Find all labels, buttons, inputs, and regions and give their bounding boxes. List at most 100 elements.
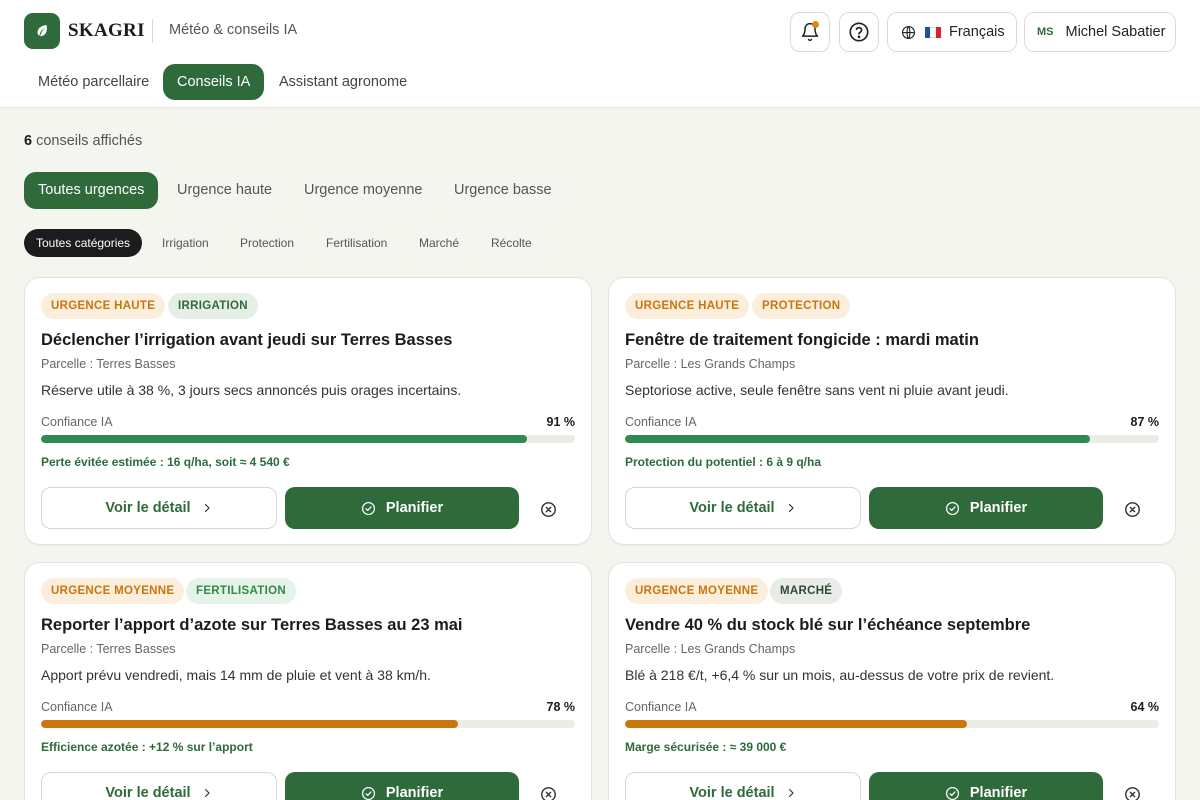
advice-card: URGENCE MOYENNE MARCHÉ Vendre 40 % du st… — [608, 562, 1176, 800]
leaf-icon — [37, 25, 47, 37]
globe-icon — [902, 25, 915, 39]
confidence-label: Confiance IA — [625, 415, 697, 429]
card-title: Fenêtre de traitement fongicide : mardi … — [625, 331, 979, 349]
dismiss-button[interactable] — [1119, 781, 1145, 800]
top-header: SKAGRI Météo & conseils IA Français MS M… — [0, 0, 1200, 108]
view-detail-label: Voir le détail — [689, 500, 775, 516]
advice-count-number: 6 — [24, 133, 33, 149]
impact-text: Protection du potentiel : 6 à 9 q/ha — [625, 455, 822, 469]
confidence-bar — [625, 720, 1159, 728]
advice-card: URGENCE MOYENNE FERTILISATION Reporter l… — [24, 562, 592, 800]
confidence-value: 87 % — [1130, 415, 1160, 429]
app-subtitle: Météo & conseils IA — [169, 22, 298, 38]
logo[interactable] — [24, 13, 60, 49]
filter-urgency-low[interactable]: Urgence basse — [440, 172, 566, 209]
plan-button[interactable]: Planifier — [869, 487, 1103, 529]
check-circle-icon — [361, 501, 375, 515]
card-description: Apport prévu vendredi, mais 14 mm de plu… — [41, 667, 431, 683]
help-icon — [849, 22, 869, 42]
impact-text: Perte évitée estimée : 16 q/ha, soit ≈ 4… — [41, 455, 290, 469]
filter-urgency-medium[interactable]: Urgence moyenne — [290, 172, 437, 209]
filter-urgency-all[interactable]: Toutes urgences — [24, 172, 159, 209]
confidence-value: 64 % — [1130, 700, 1160, 714]
advice-count: 6 conseils affichés — [24, 133, 142, 149]
plan-button[interactable]: Planifier — [285, 487, 519, 529]
dismiss-button[interactable] — [1119, 496, 1145, 522]
category-badge: IRRIGATION — [168, 293, 258, 319]
tab-assistant-agronome[interactable]: Assistant agronome — [265, 64, 421, 100]
plan-label: Planifier — [969, 500, 1028, 516]
plan-button[interactable]: Planifier — [869, 772, 1103, 800]
brand-divider — [152, 19, 153, 43]
card-parcel: Parcelle : Terres Basses — [41, 357, 176, 371]
chevron-right-icon — [204, 788, 210, 798]
plan-button[interactable]: Planifier — [285, 772, 519, 800]
confidence-bar-fill — [41, 720, 458, 728]
confidence-label: Confiance IA — [625, 700, 697, 714]
confidence-value: 91 % — [546, 415, 576, 429]
confidence-value: 78 % — [546, 700, 576, 714]
impact-text: Marge sécurisée : ≈ 39 000 € — [625, 740, 787, 754]
filter-category-marche[interactable]: Marché — [407, 229, 471, 257]
notifications-button[interactable] — [790, 12, 830, 52]
urgency-badge: URGENCE HAUTE — [41, 293, 166, 319]
advice-count-label: conseils affichés — [32, 133, 143, 149]
check-circle-icon — [945, 786, 959, 800]
close-circle-icon — [540, 501, 556, 517]
confidence-label: Confiance IA — [41, 415, 113, 429]
advice-card: URGENCE HAUTE IRRIGATION Déclencher l’ir… — [24, 277, 592, 545]
urgency-badge: URGENCE MOYENNE — [625, 578, 769, 604]
card-title: Vendre 40 % du stock blé sur l’échéance … — [625, 616, 1031, 634]
view-detail-button[interactable]: Voir le détail — [41, 487, 277, 529]
user-name: Michel Sabatier — [1065, 24, 1166, 40]
confidence-label: Confiance IA — [41, 700, 113, 714]
card-title: Déclencher l’irrigation avant jeudi sur … — [41, 331, 453, 349]
confidence-bar-fill — [625, 720, 967, 728]
card-description: Réserve utile à 38 %, 3 jours secs annon… — [41, 382, 462, 398]
plan-label: Planifier — [385, 500, 444, 516]
impact-text: Efficience azotée : +12 % sur l’apport — [41, 740, 253, 754]
view-detail-button[interactable]: Voir le détail — [41, 772, 277, 800]
brand-name: SKAGRI — [68, 20, 145, 41]
notification-dot — [812, 21, 819, 28]
french-flag-icon — [925, 26, 941, 38]
tab-conseils-ia[interactable]: Conseils IA — [163, 64, 265, 100]
tab-meteo-parcellaire[interactable]: Météo parcellaire — [24, 64, 163, 100]
card-description: Blé à 218 €/t, +6,4 % sur un mois, au-de… — [625, 667, 1055, 683]
card-description: Septoriose active, seule fenêtre sans ve… — [625, 382, 1009, 398]
avatar: MS — [1037, 26, 1054, 38]
filter-category-fertilisation[interactable]: Fertilisation — [314, 229, 399, 257]
filter-category-protection[interactable]: Protection — [228, 229, 306, 257]
user-menu[interactable]: MS Michel Sabatier — [1024, 12, 1176, 52]
confidence-bar — [41, 720, 575, 728]
category-badge: PROTECTION — [752, 293, 851, 319]
chevron-right-icon — [204, 503, 210, 513]
close-circle-icon — [1124, 501, 1140, 517]
filter-category-irrigation[interactable]: Irrigation — [150, 229, 221, 257]
view-detail-label: Voir le détail — [689, 785, 775, 800]
urgency-badge: URGENCE HAUTE — [625, 293, 750, 319]
filter-category-recolte[interactable]: Récolte — [479, 229, 544, 257]
dismiss-button[interactable] — [535, 496, 561, 522]
card-title: Reporter l’apport d’azote sur Terres Bas… — [41, 616, 463, 634]
urgency-badge: URGENCE MOYENNE — [41, 578, 185, 604]
confidence-bar — [625, 435, 1159, 443]
dismiss-button[interactable] — [535, 781, 561, 800]
view-detail-button[interactable]: Voir le détail — [625, 772, 861, 800]
plan-label: Planifier — [385, 785, 444, 800]
plan-label: Planifier — [969, 785, 1028, 800]
advice-card: URGENCE HAUTE PROTECTION Fenêtre de trai… — [608, 277, 1176, 545]
view-detail-label: Voir le détail — [105, 785, 191, 800]
filter-category-all[interactable]: Toutes catégories — [24, 229, 143, 257]
confidence-bar — [41, 435, 575, 443]
help-button[interactable] — [839, 12, 879, 52]
category-badge: FERTILISATION — [186, 578, 296, 604]
language-label: Français — [949, 24, 1005, 40]
filter-urgency-high[interactable]: Urgence haute — [163, 172, 286, 209]
chevron-right-icon — [788, 788, 794, 798]
card-parcel: Parcelle : Les Grands Champs — [625, 642, 796, 656]
view-detail-button[interactable]: Voir le détail — [625, 487, 861, 529]
language-selector[interactable]: Français — [887, 12, 1017, 52]
close-circle-icon — [540, 786, 556, 800]
close-circle-icon — [1124, 786, 1140, 800]
